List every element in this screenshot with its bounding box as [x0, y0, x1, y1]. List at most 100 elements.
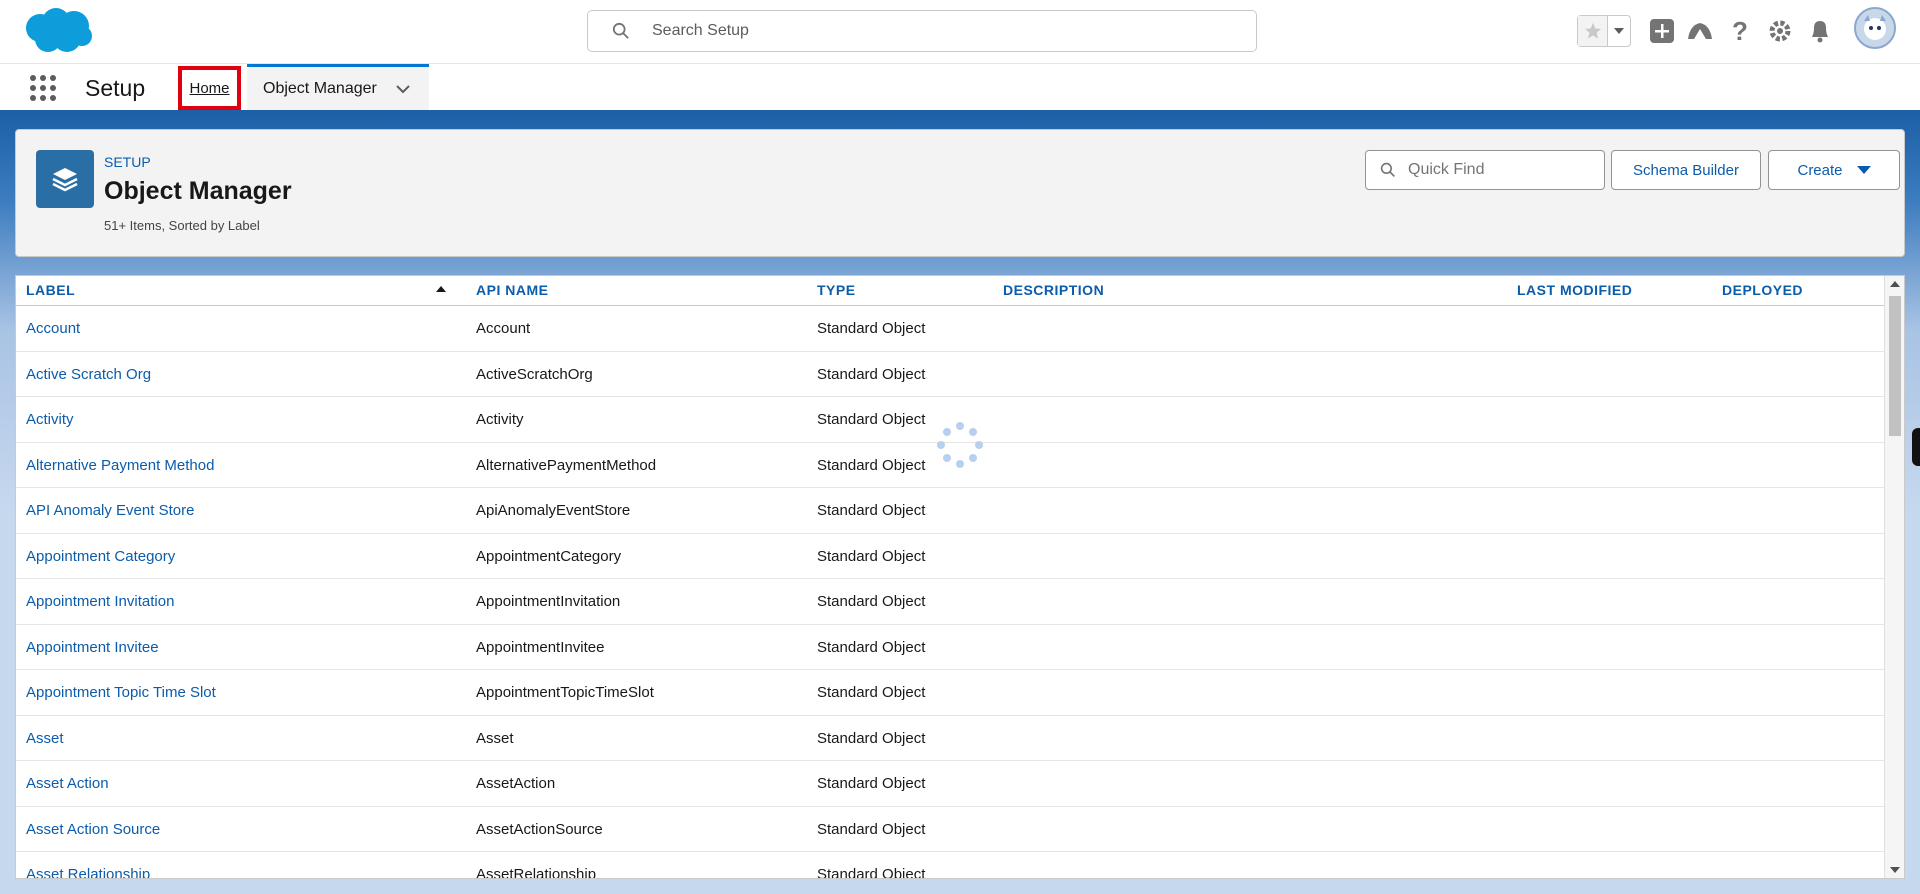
table-row: Appointment Category AppointmentCategory… — [16, 534, 1884, 579]
type-cell: Standard Object — [817, 820, 926, 838]
api-name-cell: AlternativePaymentMethod — [476, 456, 657, 474]
table-row: Active Scratch Org ActiveScratchOrg Stan… — [16, 352, 1884, 397]
api-name-cell: Activity — [476, 411, 524, 428]
api-name-cell: ApiAnomalyEventStore — [476, 502, 631, 519]
api-name-cell: AssetRelationship — [476, 866, 597, 879]
api-name-cell: AssetActionSource — [476, 820, 603, 838]
table-header: LABEL API NAME TYPE DESCRIPTION LAST MOD… — [16, 276, 1884, 306]
type-cell: Standard Object — [817, 547, 926, 565]
setup-search-input[interactable]: Search Setup — [587, 10, 1257, 52]
app-name: Setup — [85, 75, 146, 101]
api-name-cell: AppointmentTopicTimeSlot — [476, 684, 654, 701]
quick-find-placeholder: Quick Find — [1408, 161, 1485, 178]
user-avatar[interactable] — [1854, 7, 1896, 49]
table-row: Asset Asset Standard Object — [16, 716, 1884, 761]
column-header-api-name[interactable]: API NAME — [476, 282, 548, 298]
favorites-group — [1577, 15, 1631, 47]
caret-down-icon — [1856, 166, 1871, 174]
tab-object-manager-label: Object Manager — [263, 79, 377, 97]
notifications-bell-icon[interactable] — [1805, 16, 1835, 46]
trailhead-icon[interactable] — [1685, 16, 1715, 46]
type-cell: Standard Object — [817, 684, 926, 701]
table-row: Appointment Invitee AppointmentInvitee S… — [16, 625, 1884, 670]
api-name-cell: Account — [476, 320, 531, 337]
object-manager-layers-icon — [36, 150, 94, 208]
loading-spinner-icon — [935, 420, 985, 470]
object-label-link[interactable]: Active Scratch Org — [26, 366, 151, 383]
object-label-link[interactable]: Asset Relationship — [26, 866, 150, 878]
type-cell: Standard Object — [817, 411, 926, 428]
type-cell: Standard Object — [817, 775, 926, 792]
column-header-label[interactable]: LABEL — [26, 282, 75, 298]
object-label-link[interactable]: Asset Action Source — [26, 821, 160, 838]
context-bar: Setup Home Object Manager — [0, 63, 1920, 110]
column-header-deployed[interactable]: DEPLOYED — [1722, 282, 1803, 298]
favorites-dropdown-icon[interactable] — [1608, 16, 1630, 46]
salesforce-logo-icon[interactable] — [20, 6, 94, 56]
api-name-cell: AppointmentCategory — [476, 547, 622, 565]
items-count-subtitle: 51+ Items, Sorted by Label — [104, 218, 260, 233]
object-label-link[interactable]: Asset — [26, 730, 64, 747]
schema-builder-button[interactable]: Schema Builder — [1611, 150, 1761, 190]
type-cell: Standard Object — [817, 593, 926, 610]
object-label-link[interactable]: Activity — [26, 411, 74, 428]
setup-gear-icon[interactable] — [1765, 16, 1795, 46]
column-header-description[interactable]: DESCRIPTION — [1003, 282, 1104, 298]
table-row: Account Account Standard Object — [16, 306, 1884, 352]
object-label-link[interactable]: API Anomaly Event Store — [26, 502, 194, 519]
scroll-up-icon[interactable] — [1890, 280, 1900, 288]
object-label-link[interactable]: Alternative Payment Method — [26, 457, 214, 474]
api-name-cell: AppointmentInvitee — [476, 638, 605, 656]
type-cell: Standard Object — [817, 456, 926, 474]
scrollbar-thumb[interactable] — [1889, 296, 1901, 436]
tab-home-label: Home — [189, 79, 230, 97]
column-header-type[interactable]: TYPE — [817, 282, 856, 298]
object-label-link[interactable]: Asset Action — [26, 775, 109, 792]
search-placeholder: Search Setup — [652, 22, 749, 39]
scroll-down-icon[interactable] — [1890, 866, 1900, 874]
side-panel-handle[interactable] — [1912, 428, 1920, 466]
type-cell: Standard Object — [817, 729, 926, 747]
table-body: Account Account Standard Object Active S… — [16, 306, 1884, 879]
tab-home[interactable]: Home — [178, 66, 241, 110]
api-name-cell: ActiveScratchOrg — [476, 365, 593, 383]
type-cell: Standard Object — [817, 638, 926, 656]
table-row: Appointment Invitation AppointmentInvita… — [16, 579, 1884, 625]
type-cell: Standard Object — [817, 365, 926, 383]
object-label-link[interactable]: Appointment Category — [26, 548, 175, 565]
api-name-cell: AssetAction — [476, 775, 556, 792]
global-actions-plus-icon[interactable] — [1647, 16, 1677, 46]
breadcrumb[interactable]: SETUP — [104, 154, 151, 170]
create-button-label: Create — [1797, 161, 1843, 179]
object-label-link[interactable]: Appointment Topic Time Slot — [26, 684, 216, 701]
quick-find-input[interactable]: Quick Find — [1365, 150, 1605, 190]
object-label-link[interactable]: Appointment Invitation — [26, 593, 174, 610]
table-row: Asset Action AssetAction Standard Object — [16, 761, 1884, 807]
global-header: Search Setup ? — [0, 0, 1920, 63]
chevron-down-icon[interactable] — [395, 81, 411, 97]
type-cell: Standard Object — [817, 320, 926, 337]
table-row: Asset Relationship AssetRelationship Sta… — [16, 852, 1884, 879]
table-scrollbar[interactable] — [1884, 276, 1904, 878]
tab-object-manager[interactable]: Object Manager — [247, 64, 429, 110]
table-row: Appointment Topic Time Slot AppointmentT… — [16, 670, 1884, 716]
objects-table: LABEL API NAME TYPE DESCRIPTION LAST MOD… — [15, 275, 1905, 879]
page-title: Object Manager — [104, 177, 292, 205]
object-label-link[interactable]: Account — [26, 320, 80, 337]
search-icon — [612, 22, 629, 39]
type-cell: Standard Object — [817, 866, 926, 879]
favorites-star-icon[interactable] — [1578, 16, 1608, 46]
search-icon — [1380, 162, 1395, 177]
page-header: SETUP Object Manager 51+ Items, Sorted b… — [15, 129, 1905, 257]
api-name-cell: Asset — [476, 729, 514, 747]
column-header-last-modified[interactable]: LAST MODIFIED — [1517, 282, 1632, 298]
help-icon[interactable]: ? — [1725, 16, 1755, 46]
sort-ascending-icon[interactable] — [436, 285, 446, 293]
object-label-link[interactable]: Appointment Invitee — [26, 639, 159, 656]
table-row: Asset Action Source AssetActionSource St… — [16, 807, 1884, 852]
table-row: API Anomaly Event Store ApiAnomalyEventS… — [16, 488, 1884, 534]
create-button[interactable]: Create — [1768, 150, 1900, 190]
app-launcher-icon[interactable] — [28, 73, 58, 103]
type-cell: Standard Object — [817, 502, 926, 519]
api-name-cell: AppointmentInvitation — [476, 593, 621, 610]
